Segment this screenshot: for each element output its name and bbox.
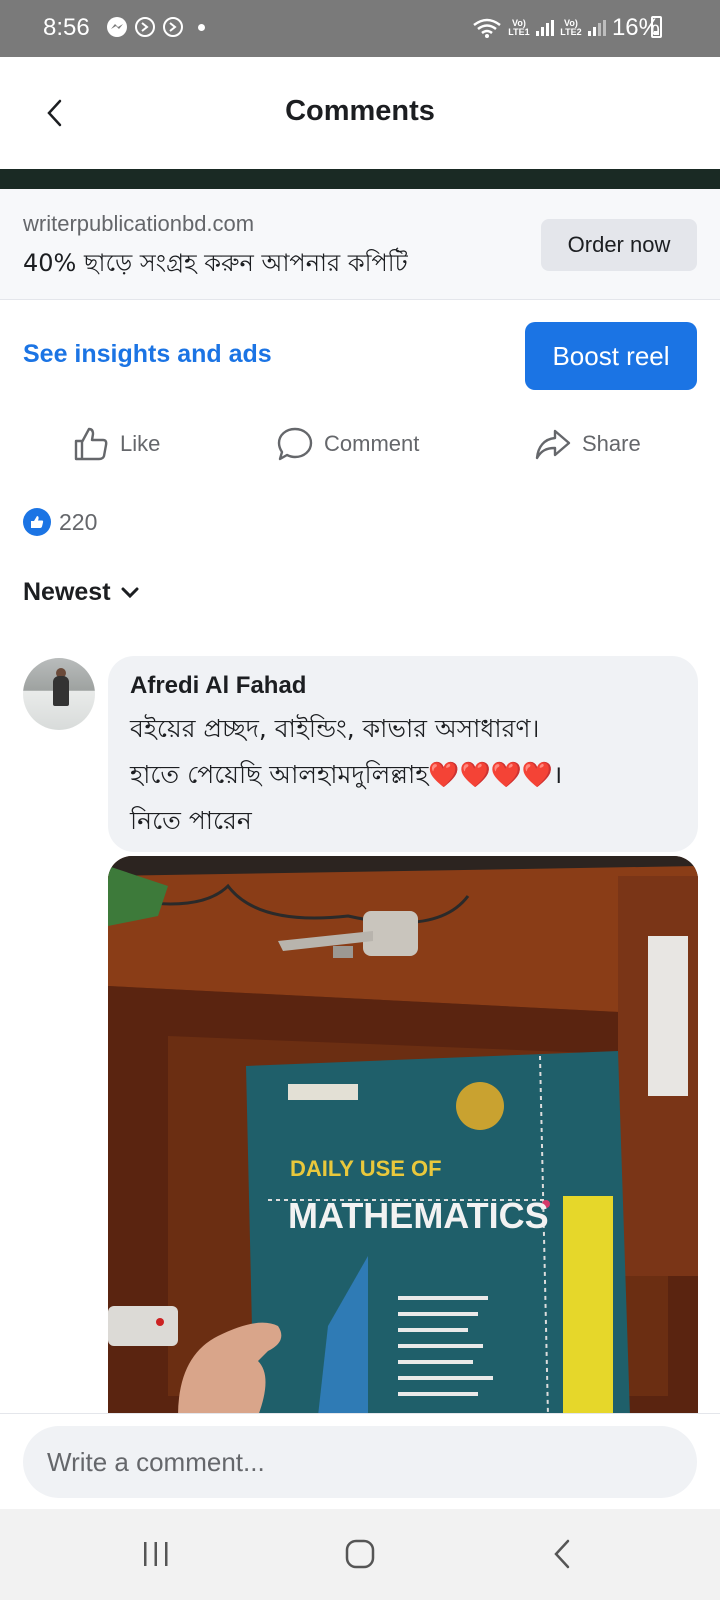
like-label: Like	[120, 431, 161, 456]
thumbs-up-icon	[74, 427, 108, 461]
comment-line-1: বইয়ের প্রচ্ছদ, বাইন্ডিং, কাভার অসাধারণ।	[130, 714, 540, 743]
home-icon	[345, 1539, 375, 1569]
boost-reel-button[interactable]: Boost reel	[525, 322, 697, 390]
comment-text: বইয়ের প্রচ্ছদ, বাইন্ডিং, কাভার অসাধারণ।…	[130, 706, 676, 844]
comment-composer-area: Write a comment...	[0, 1413, 720, 1510]
book-title-top: DAILY USE OF	[290, 1156, 442, 1181]
share-button[interactable]: Share	[534, 425, 641, 463]
status-bar: 8:56 Vo) LTE1 Vo) LTE2 16%	[0, 0, 720, 57]
signal-bars-1	[535, 20, 554, 36]
signal-bars-2	[587, 20, 606, 36]
order-now-button[interactable]: Order now	[541, 219, 697, 271]
comment-bubble-icon	[277, 427, 313, 461]
comment-author[interactable]: Afredi Al Fahad	[130, 672, 676, 700]
data-saver-icon	[135, 17, 155, 37]
reaction-summary[interactable]: 220	[23, 508, 97, 536]
wifi-icon	[473, 18, 501, 38]
system-nav-bar	[0, 1509, 720, 1600]
heart-emojis: ❤️❤️❤️❤️	[428, 760, 553, 789]
like-button[interactable]: Like	[72, 425, 160, 463]
chevron-down-icon	[121, 587, 139, 598]
ad-headline: 40% ছাড়ে সংগ্রহ করুন আপনার কপিটি	[23, 249, 408, 277]
share-label: Share	[582, 431, 641, 456]
page-title: Comments	[285, 95, 435, 127]
comments-header: Comments	[0, 57, 720, 169]
home-button[interactable]	[330, 1531, 390, 1577]
reaction-count: 220	[59, 508, 98, 535]
sim1-label: Vo) LTE1	[508, 18, 530, 37]
more-notifications-dot	[198, 23, 205, 31]
ad-domain: writerpublicationbd.com	[23, 211, 255, 236]
system-back-button[interactable]	[532, 1531, 592, 1577]
comment-line-3: নিতে পারেন	[130, 806, 252, 835]
comment-label: Comment	[324, 431, 420, 456]
messenger-icon	[107, 17, 127, 37]
comment-photo[interactable]: DAILY USE OF MATHEMATICS	[108, 856, 698, 1416]
like-reaction-icon	[23, 508, 51, 536]
book-title-main: MATHEMATICS	[288, 1195, 549, 1236]
avatar[interactable]	[23, 658, 95, 730]
photo-illustration: DAILY USE OF MATHEMATICS	[108, 856, 698, 1416]
status-time: 8:56	[43, 14, 90, 41]
back-arrow-icon	[554, 1539, 570, 1569]
sort-label: Newest	[23, 578, 111, 606]
comment-button[interactable]: Comment	[276, 425, 419, 463]
comment-bubble[interactable]: Afredi Al Fahad বইয়ের প্রচ্ছদ, বাইন্ডিং…	[108, 656, 698, 852]
status-right: Vo) LTE1 Vo) LTE2 16%	[472, 14, 660, 42]
data-saver-icon-2	[163, 17, 183, 37]
recent-apps-icon	[144, 1542, 168, 1566]
notification-icons	[106, 16, 205, 38]
sort-dropdown[interactable]: Newest	[23, 578, 139, 607]
comment-line-2: হাতে পেয়েছি আলহামদুলিল্লাহ❤️❤️❤️❤️।	[130, 752, 676, 798]
book-cover: DAILY USE OF MATHEMATICS	[246, 1051, 630, 1416]
share-arrow-icon	[535, 429, 571, 460]
media-bottom-strip	[0, 169, 720, 189]
battery-icon	[651, 16, 662, 38]
post-actions: Like Comment Share	[0, 425, 720, 475]
comment-input[interactable]: Write a comment...	[23, 1426, 697, 1498]
ad-bar[interactable]: writerpublicationbd.com 40% ছাড়ে সংগ্রহ…	[0, 189, 720, 300]
see-insights-link[interactable]: See insights and ads	[23, 340, 272, 369]
sim2-label: Vo) LTE2	[560, 18, 582, 37]
comment-line-2-text: হাতে পেয়েছি আলহামদুলিল্লাহ	[130, 760, 429, 789]
comment-line-2-end: ।	[552, 760, 563, 789]
recent-apps-button[interactable]	[126, 1531, 186, 1577]
